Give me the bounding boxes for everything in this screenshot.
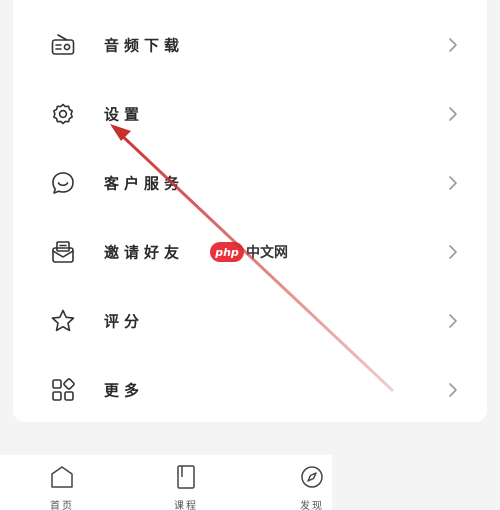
chevron-right-icon [447,313,459,329]
chevron-right-icon [447,382,459,398]
book-icon [172,463,200,491]
watermark-badge: php [210,242,244,262]
gear-icon [50,101,76,127]
menu-item-settings[interactable]: 设置 [13,79,487,148]
envelope-icon [50,239,76,265]
menu-item-label: 更多 [104,381,145,399]
page: 音频下载 设置 客户服务 邀请好友 评分 更多 首页 课程 发现 php 中文网 [0,0,500,510]
watermark-text: 中文网 [246,245,288,261]
grid-icon [50,377,76,403]
background-area [332,422,500,510]
chevron-right-icon [447,244,459,260]
home-icon [48,463,76,491]
tab-home[interactable]: 首页 [32,455,92,510]
radio-icon [50,32,76,58]
chat-bubble-icon [50,170,76,196]
tab-label: 首页 [50,501,74,510]
compass-icon [298,463,326,491]
menu-item-label: 邀请好友 [104,243,185,261]
tab-label: 课程 [174,501,198,510]
chevron-right-icon [447,106,459,122]
menu-item-label: 音频下载 [104,36,185,54]
chevron-right-icon [447,175,459,191]
tab-courses[interactable]: 课程 [156,455,216,510]
menu-item-label: 评分 [104,312,145,330]
menu-card: 音频下载 设置 客户服务 邀请好友 评分 更多 [13,0,487,422]
menu-item-more[interactable]: 更多 [13,355,487,424]
menu-item-label: 客户服务 [104,174,185,192]
star-icon [50,308,76,334]
menu-item-rating[interactable]: 评分 [13,286,487,355]
watermark: php 中文网 [210,240,288,264]
menu-item-audio-download[interactable]: 音频下载 [13,10,487,79]
menu-item-label: 设置 [104,105,145,123]
menu-item-customer-service[interactable]: 客户服务 [13,148,487,217]
bottom-tab-bar: 首页 课程 发现 [0,455,332,510]
chevron-right-icon [447,37,459,53]
